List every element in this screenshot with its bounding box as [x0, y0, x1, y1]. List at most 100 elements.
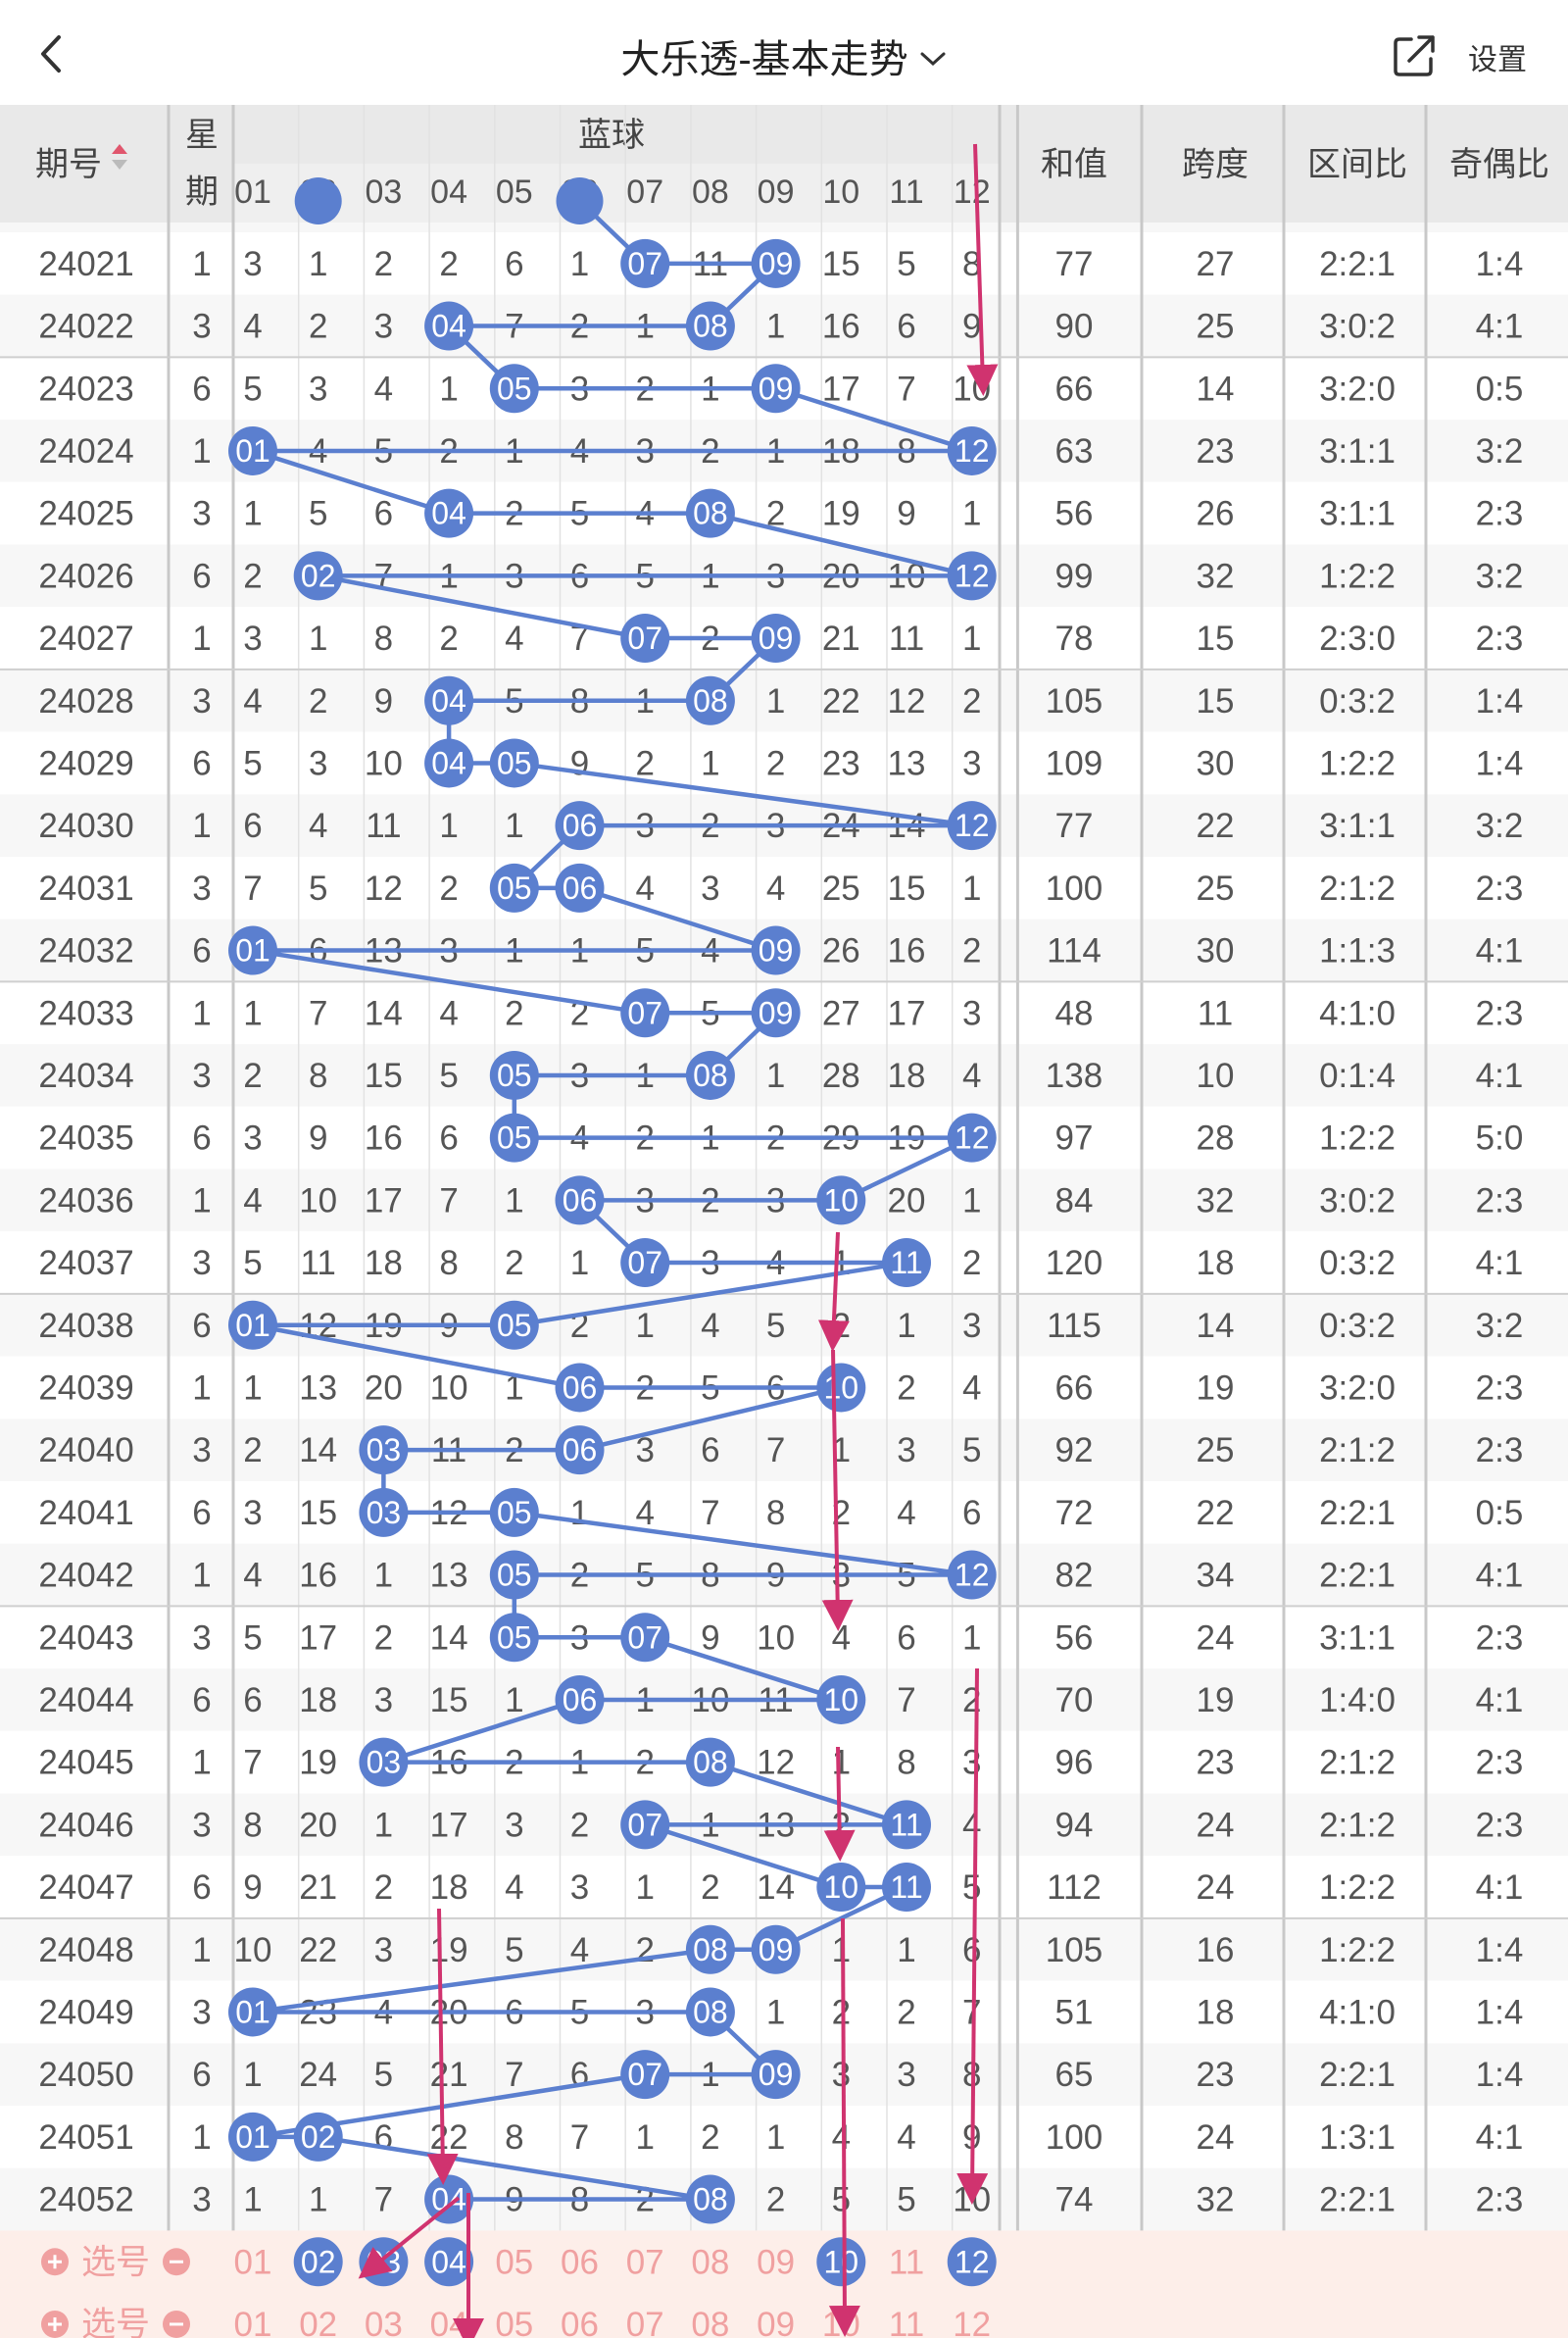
row-span: 30 — [1197, 932, 1235, 970]
omission-value: 5 — [897, 2181, 915, 2219]
row-issue: 24036 — [38, 1181, 133, 1219]
pick-ball[interactable]: 10 — [822, 2306, 860, 2338]
omission-value: 1 — [962, 870, 981, 908]
omission-value: 1 — [439, 807, 458, 845]
row-span: 23 — [1197, 2056, 1235, 2094]
row-issue: 24043 — [38, 1618, 133, 1657]
row-zone-ratio: 3:1:1 — [1319, 495, 1396, 533]
omission-value: 7 — [374, 2181, 393, 2219]
pick-ball[interactable]: 08 — [691, 2243, 729, 2281]
omission-value: 1 — [243, 1368, 262, 1407]
row-sum: 78 — [1055, 620, 1094, 658]
row-weekday: 3 — [192, 682, 211, 721]
pick-ball[interactable]: 08 — [691, 2306, 729, 2338]
omission-value: 1 — [766, 2118, 785, 2157]
pick-ball[interactable]: 11 — [889, 2306, 924, 2338]
pick-ball[interactable]: 11 — [889, 2243, 924, 2281]
pick-ball[interactable]: 04 — [430, 2306, 468, 2338]
omission-value: 3 — [701, 870, 719, 908]
omission-value: 1 — [635, 2118, 654, 2157]
row-odd-even: 2:3 — [1476, 1806, 1524, 1844]
row-sum: 66 — [1055, 1368, 1094, 1407]
pick-ball[interactable]: 05 — [495, 2243, 533, 2281]
omission-value: 14 — [757, 1868, 795, 1907]
row-weekday: 1 — [192, 994, 211, 1032]
pick-ball[interactable]: 05 — [495, 2306, 533, 2338]
pick-ball[interactable]: 01 — [234, 2243, 272, 2281]
ball-number: 04 — [431, 309, 466, 344]
omission-value: 18 — [430, 1868, 468, 1907]
pick-ball[interactable]: 07 — [626, 2306, 664, 2338]
lottery-type-selector[interactable]: 大乐透-基本走势 — [620, 27, 947, 84]
pick-ball[interactable]: 12 — [953, 2306, 991, 2338]
row-span: 18 — [1197, 1993, 1235, 2031]
pick-ball-number[interactable]: 04 — [431, 2244, 466, 2279]
row-odd-even: 4:1 — [1476, 1057, 1524, 1095]
row-weekday: 1 — [192, 1744, 211, 1782]
pick-ball[interactable]: 09 — [757, 2306, 795, 2338]
pick-ball-number[interactable]: 10 — [824, 2244, 859, 2279]
header-issue[interactable]: 期号 — [35, 146, 102, 183]
omission-value: 4 — [832, 2118, 851, 2157]
row-zone-ratio: 0:3:2 — [1319, 1244, 1396, 1282]
ball-number: 10 — [824, 1182, 859, 1218]
ball-partial — [294, 177, 342, 224]
omission-value: 1 — [243, 994, 262, 1032]
omission-value: 3 — [374, 1931, 393, 1969]
row-weekday: 6 — [192, 932, 211, 970]
row-zone-ratio: 3:1:1 — [1319, 432, 1396, 471]
row-sum: 99 — [1055, 557, 1094, 595]
pick-ball[interactable]: 06 — [561, 2243, 599, 2281]
row-weekday: 3 — [192, 1993, 211, 2031]
row-sum: 100 — [1046, 2118, 1102, 2157]
omission-value: 3 — [309, 370, 327, 408]
omission-value: 3 — [897, 1431, 915, 1469]
ball-number: 05 — [497, 1120, 532, 1156]
omission-value: 27 — [822, 994, 860, 1032]
row-span: 28 — [1197, 1119, 1235, 1158]
row-span: 32 — [1197, 2181, 1235, 2219]
row-sum: 96 — [1055, 1744, 1094, 1782]
settings-button[interactable]: 设置 — [1468, 35, 1527, 78]
omission-value: 1 — [505, 1681, 523, 1719]
ball-number: 09 — [759, 995, 794, 1030]
omission-value: 3 — [505, 1806, 523, 1844]
omission-value: 2 — [962, 1244, 981, 1282]
pick-ball[interactable]: 06 — [561, 2306, 599, 2338]
omission-value: 2 — [766, 2181, 785, 2219]
pick-ball[interactable]: 03 — [365, 2306, 403, 2338]
row-issue: 24027 — [38, 620, 133, 658]
row-odd-even: 3:2 — [1476, 557, 1524, 595]
row-zone-ratio: 4:1:0 — [1319, 994, 1396, 1032]
omission-value: 2 — [635, 744, 654, 782]
pick-area: 选号 01 02 03 04 05 06 07 08 09 10 11 12选号 01 02 03 04 05 06… — [0, 2230, 1568, 2338]
row-span: 23 — [1197, 432, 1235, 471]
pick-ball[interactable]: 01 — [234, 2306, 272, 2338]
ball-number: 07 — [627, 246, 662, 281]
row-weekday: 6 — [192, 744, 211, 782]
pick-ball[interactable]: 07 — [626, 2243, 664, 2281]
omission-value: 5 — [309, 495, 327, 533]
omission-value: 1 — [570, 1494, 589, 1532]
row-zone-ratio: 2:1:2 — [1319, 1744, 1396, 1782]
pick-ball[interactable]: 09 — [757, 2243, 795, 2281]
pick-ball-number[interactable]: 02 — [301, 2244, 336, 2279]
omission-value: 11 — [366, 807, 401, 845]
ball-number: 01 — [235, 933, 270, 969]
omission-value: 8 — [374, 620, 393, 658]
omission-value: 5 — [832, 2181, 851, 2219]
row-sum: 74 — [1055, 2181, 1094, 2219]
ball-number: 11 — [890, 1807, 922, 1842]
share-icon[interactable] — [1390, 31, 1439, 80]
row-weekday: 1 — [192, 432, 211, 471]
pick-ball-number[interactable]: 12 — [955, 2244, 990, 2279]
pick-ball[interactable]: 02 — [299, 2306, 337, 2338]
row-issue: 24034 — [38, 1057, 133, 1095]
row-odd-even: 1:4 — [1476, 744, 1524, 782]
row-weekday: 1 — [192, 807, 211, 845]
row-span: 32 — [1197, 557, 1235, 595]
omission-value: 8 — [505, 2118, 523, 2157]
omission-value: 1 — [570, 1244, 589, 1282]
row-issue: 24041 — [38, 1494, 133, 1532]
omission-value: 15 — [822, 245, 860, 283]
